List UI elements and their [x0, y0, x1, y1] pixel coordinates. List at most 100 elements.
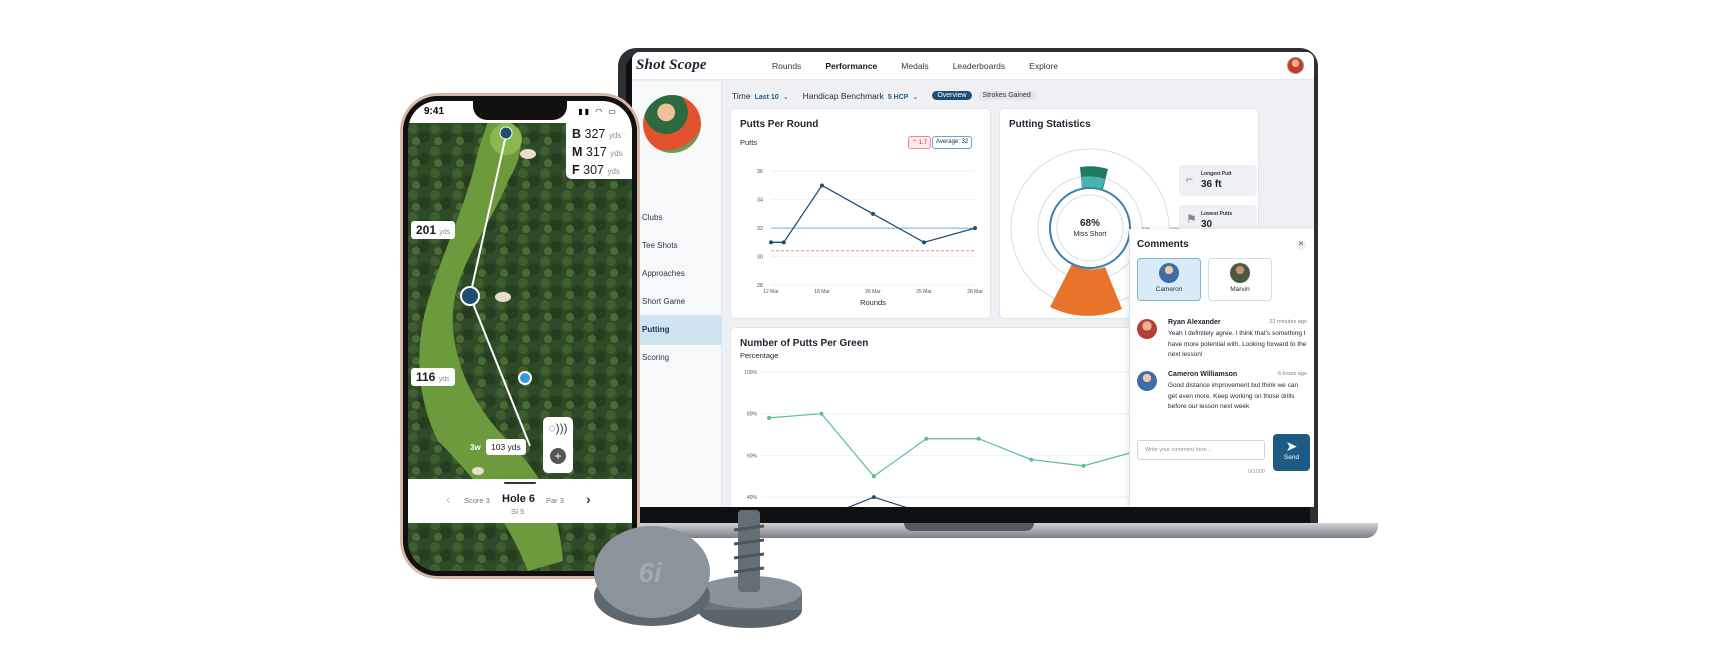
yardage-value: 201 [416, 223, 437, 237]
person-name: Cameron [1155, 286, 1183, 293]
send-icon: ➤ [1285, 438, 1298, 454]
action-panel: ◌))) + [543, 417, 573, 473]
chevron-down-icon: ⌄ [782, 93, 789, 101]
stat-label: Lowest Putts [1201, 211, 1233, 217]
time-filter-label: Time [732, 90, 751, 101]
distance-letter: B [572, 127, 582, 141]
brand-logo[interactable]: Shot Scope [636, 57, 707, 74]
nav-performance[interactable]: Performance [825, 61, 877, 71]
distance-middle: M 317 yds [572, 144, 626, 162]
data-point [769, 240, 773, 245]
x-tick-label: 26 Mar [865, 289, 881, 295]
tab-overview[interactable]: Overview [932, 91, 972, 100]
nav-explore[interactable]: Explore [1029, 61, 1058, 71]
distance-letter: F [572, 163, 580, 177]
y-axis-label: Putts [740, 138, 757, 147]
y-tick-label: 34 [757, 198, 763, 204]
phone-notch [473, 101, 567, 120]
data-point [973, 226, 977, 231]
handicap-filter-label: Handicap Benchmark [802, 90, 884, 101]
char-count: 0/1000 [1248, 469, 1265, 475]
comment-time: 6 hours ago [1277, 371, 1307, 377]
nav-rounds[interactable]: Rounds [772, 61, 801, 71]
stat-label: Longest Putt [1201, 171, 1232, 177]
data-point [871, 211, 875, 216]
chevron-left-icon[interactable]: ‹ [446, 491, 451, 507]
profile-avatar [643, 95, 701, 153]
par-label: Par 3 [546, 496, 564, 505]
miss-short-segment [1050, 264, 1122, 316]
data-point [871, 474, 876, 479]
donut-label: Miss Short [1073, 231, 1106, 238]
avatar [1230, 263, 1250, 283]
nav-leaderboards[interactable]: Leaderboards [953, 61, 1005, 71]
time-filter[interactable]: Time Last 10 ⌄ [732, 91, 789, 101]
target-marker-icon[interactable] [460, 286, 480, 306]
data-point [871, 495, 876, 500]
sidebar-item-approaches[interactable]: Approaches [632, 259, 722, 289]
sensor-screw-icon [738, 510, 760, 592]
data-point [767, 415, 771, 420]
send-label: Send [1283, 454, 1300, 461]
average-badge: Average: 32 [932, 136, 973, 149]
distance-unit: yds [608, 131, 622, 140]
yardage-value: 116 [416, 370, 436, 384]
layup-marker[interactable] [518, 371, 532, 385]
drag-handle[interactable] [504, 482, 536, 484]
comments-panel: Comments ✕ Cameron Marvin Ryan Alexander… [1129, 229, 1314, 507]
comment-input[interactable]: Write your comment here... [1137, 440, 1265, 460]
club-label: 3w [470, 443, 481, 452]
signal-wifi-battery-icon: ▮▮ ◠ ▭ [578, 107, 618, 116]
person-card-marvin[interactable]: Marvin [1208, 258, 1272, 301]
person-name: Marvin [1230, 286, 1250, 293]
yardage-tag-upper: 201 yds [411, 221, 456, 239]
x-tick-label: 12 Mar [763, 289, 779, 295]
sensor-label: 6i [638, 557, 663, 588]
nav-medals[interactable]: Medals [901, 61, 928, 71]
change-badge: ⌃ 1.7 [908, 136, 932, 149]
bunker [472, 467, 484, 475]
bunker [495, 292, 511, 302]
series-line-1 [847, 496, 907, 507]
chevron-down-icon: ⌄ [912, 93, 919, 101]
score-label: Score 3 [464, 496, 490, 505]
data-point [781, 240, 786, 245]
distance-back: B 327 yds [572, 126, 626, 144]
close-icon[interactable]: ✕ [1296, 240, 1306, 250]
data-point [819, 411, 824, 416]
handicap-filter[interactable]: Handicap Benchmark 5 HCP ⌄ [803, 91, 919, 101]
laptop-hinge-notch [904, 523, 1034, 531]
distance-unit: yds [607, 167, 620, 176]
distance-letter: M [572, 145, 583, 159]
sensor-signal-icon[interactable]: ◌))) [543, 421, 573, 435]
series-line-0 [768, 413, 1137, 478]
distance-unit: yds [610, 149, 623, 158]
stroke-index-label: SI 5 [511, 507, 525, 516]
longest-putt-stat: ⌐ Longest Putt 36 ft [1179, 165, 1257, 196]
hole-title: Hole 6 [502, 493, 536, 505]
y-tick-label: 32 [757, 226, 763, 232]
sidebar-item-short-game[interactable]: Short Game [632, 287, 722, 317]
tab-strokes-gained[interactable]: Strokes Gained [977, 91, 1036, 100]
comment-author: Cameron Williamson [1168, 371, 1238, 378]
data-point [1029, 457, 1034, 462]
bunker [520, 149, 536, 159]
change-value: 1.7 [918, 140, 928, 146]
person-card-cameron[interactable]: Cameron [1137, 258, 1201, 301]
y-tick-label: 30 [757, 255, 763, 261]
putter-icon: ⌐ [1186, 172, 1194, 186]
data-point [922, 240, 926, 245]
x-tick-label: 18 Mar [814, 289, 830, 295]
sidebar-item-putting[interactable]: Putting [632, 315, 722, 345]
user-avatar[interactable] [1287, 57, 1304, 74]
sidebar-item-scoring[interactable]: Scoring [632, 343, 722, 373]
add-icon[interactable]: + [550, 448, 566, 464]
stat-value: 36 ft [1201, 179, 1222, 190]
y-tick-label: 28 [757, 283, 763, 289]
top-navigation: Shot Scope Rounds Performance Medals Lea… [632, 52, 1314, 80]
pin-icon[interactable] [499, 126, 513, 140]
sidebar-item-tee-shots[interactable]: Tee Shots [632, 231, 722, 261]
send-button[interactable]: ➤ Send [1273, 434, 1310, 471]
y-tick-label: 60% [747, 453, 758, 459]
sidebar-item-clubs[interactable]: Clubs [632, 203, 722, 233]
